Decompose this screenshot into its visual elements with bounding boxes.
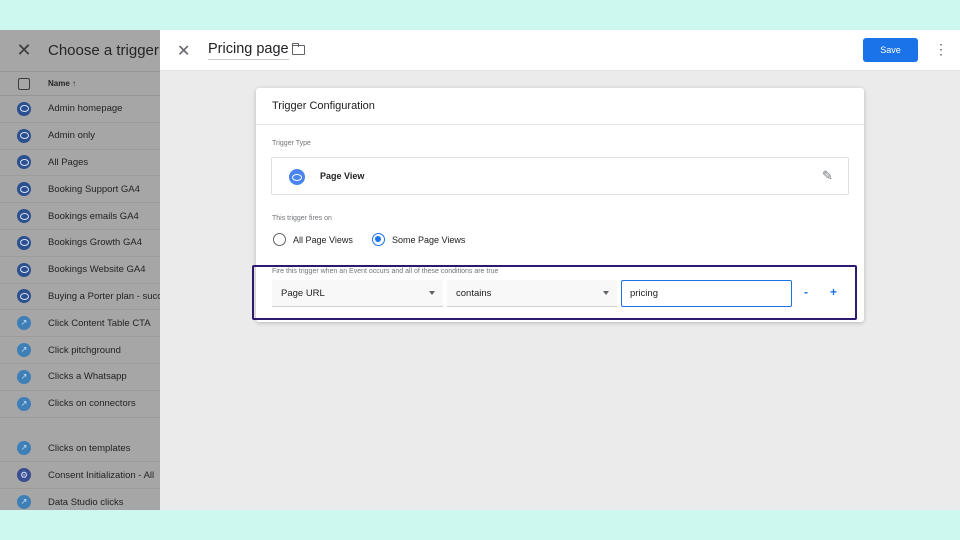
trigger-name: Clicks on connectors: [48, 398, 136, 410]
link-icon: ↗: [17, 316, 31, 331]
trigger-list-item[interactable]: Bookings emails GA4: [0, 203, 160, 230]
page-title[interactable]: Pricing page: [208, 41, 289, 60]
folder-icon[interactable]: [291, 42, 305, 55]
trigger-picker-header: ✕ Choose a trigger: [0, 30, 160, 72]
trigger-name: Bookings Website GA4: [48, 264, 146, 276]
trigger-name: Click Content Table CTA: [48, 317, 151, 329]
trigger-list-item[interactable]: Admin only: [0, 123, 160, 150]
trigger-picker-panel: ✕ Choose a trigger Name ↑ Admin homepage…: [0, 30, 160, 510]
gear-icon: ⚙: [17, 468, 31, 483]
highlight-box: [252, 265, 857, 320]
trigger-list-item[interactable]: ↗ Click pitchground: [0, 337, 160, 364]
select-all-checkbox[interactable]: [18, 77, 30, 90]
trigger-list-item[interactable]: ↗ Clicks on templates: [0, 436, 160, 463]
eye-icon: [17, 128, 31, 143]
trigger-type-name: Page View: [320, 171, 365, 181]
trigger-list: Admin homepage Admin only All Pages Booking…: [0, 96, 160, 510]
trigger-type-label: Trigger Type: [272, 140, 311, 147]
close-icon[interactable]: ✕: [177, 41, 190, 61]
trigger-name: All Pages: [48, 156, 89, 168]
name-column-header[interactable]: Name ↑: [48, 79, 76, 88]
trigger-list-item[interactable]: Booking Support GA4: [0, 176, 160, 204]
radio-some-page-views[interactable]: Some Page Views: [372, 233, 465, 246]
card-divider: [256, 124, 864, 125]
eye-icon: [17, 182, 31, 197]
trigger-list-item[interactable]: Buying a Porter plan - succ: [0, 284, 160, 311]
trigger-list-item[interactable]: ↗ Click Content Table CTA: [0, 310, 160, 338]
trigger-list-item[interactable]: ⚙ Consent Initialization - All: [0, 462, 160, 490]
trigger-name: Bookings emails GA4: [48, 210, 139, 222]
more-vert-icon[interactable]: ⋮: [934, 41, 948, 58]
trigger-list-item[interactable]: ↗ Clicks a Whatsapp: [0, 364, 160, 391]
trigger-list-item[interactable]: All Pages: [0, 150, 160, 177]
list-gap: [0, 418, 160, 436]
trigger-name: Bookings Growth GA4: [48, 237, 142, 249]
radio-all-page-views[interactable]: All Page Views: [273, 233, 353, 246]
close-icon[interactable]: ✕: [0, 40, 48, 61]
radio-button[interactable]: [273, 233, 286, 246]
trigger-list-item[interactable]: Admin homepage: [0, 96, 160, 123]
eye-icon: [289, 169, 305, 185]
link-icon: ↗: [17, 396, 31, 411]
card-title: Trigger Configuration: [272, 100, 375, 112]
trigger-name: Data Studio clicks: [48, 496, 124, 508]
link-icon: ↗: [17, 343, 31, 358]
trigger-name: Booking Support GA4: [48, 183, 140, 195]
trigger-type-box[interactable]: Page View ✎: [271, 157, 849, 195]
eye-icon: [17, 262, 31, 277]
trigger-picker-title: Choose a trigger: [48, 42, 159, 59]
edit-icon[interactable]: ✎: [822, 168, 833, 184]
radio-button-selected[interactable]: [372, 233, 385, 246]
radio-label: All Page Views: [293, 234, 353, 245]
trigger-list-item[interactable]: ↗ Clicks on connectors: [0, 391, 160, 418]
app-window: ✕ Choose a trigger Name ↑ Admin homepage…: [0, 30, 960, 510]
trigger-name: Admin homepage: [48, 103, 123, 115]
trigger-list-item[interactable]: ↗ Data Studio clicks: [0, 489, 160, 510]
trigger-name: Buying a Porter plan - succ: [48, 290, 160, 302]
trigger-name: Click pitchground: [48, 344, 121, 356]
list-header: Name ↑: [0, 72, 160, 96]
link-icon: ↗: [17, 495, 31, 510]
eye-icon: [17, 209, 31, 224]
eye-icon: [17, 155, 31, 170]
top-bar: ✕ Pricing page Save ⋮: [160, 30, 960, 71]
trigger-list-item[interactable]: Bookings Growth GA4: [0, 230, 160, 257]
trigger-list-item[interactable]: Bookings Website GA4: [0, 257, 160, 284]
trigger-name: Consent Initialization - All: [48, 469, 155, 481]
trigger-name: Clicks on templates: [48, 442, 131, 454]
eye-icon: [17, 235, 31, 250]
eye-icon: [17, 101, 31, 116]
trigger-name: Clicks a Whatsapp: [48, 371, 127, 383]
trigger-name: Admin only: [48, 130, 95, 142]
link-icon: ↗: [17, 441, 31, 456]
radio-label: Some Page Views: [392, 234, 466, 245]
eye-icon: [17, 289, 31, 304]
fires-on-label: This trigger fires on: [272, 215, 332, 222]
save-button[interactable]: Save: [863, 38, 918, 62]
link-icon: ↗: [17, 369, 31, 384]
